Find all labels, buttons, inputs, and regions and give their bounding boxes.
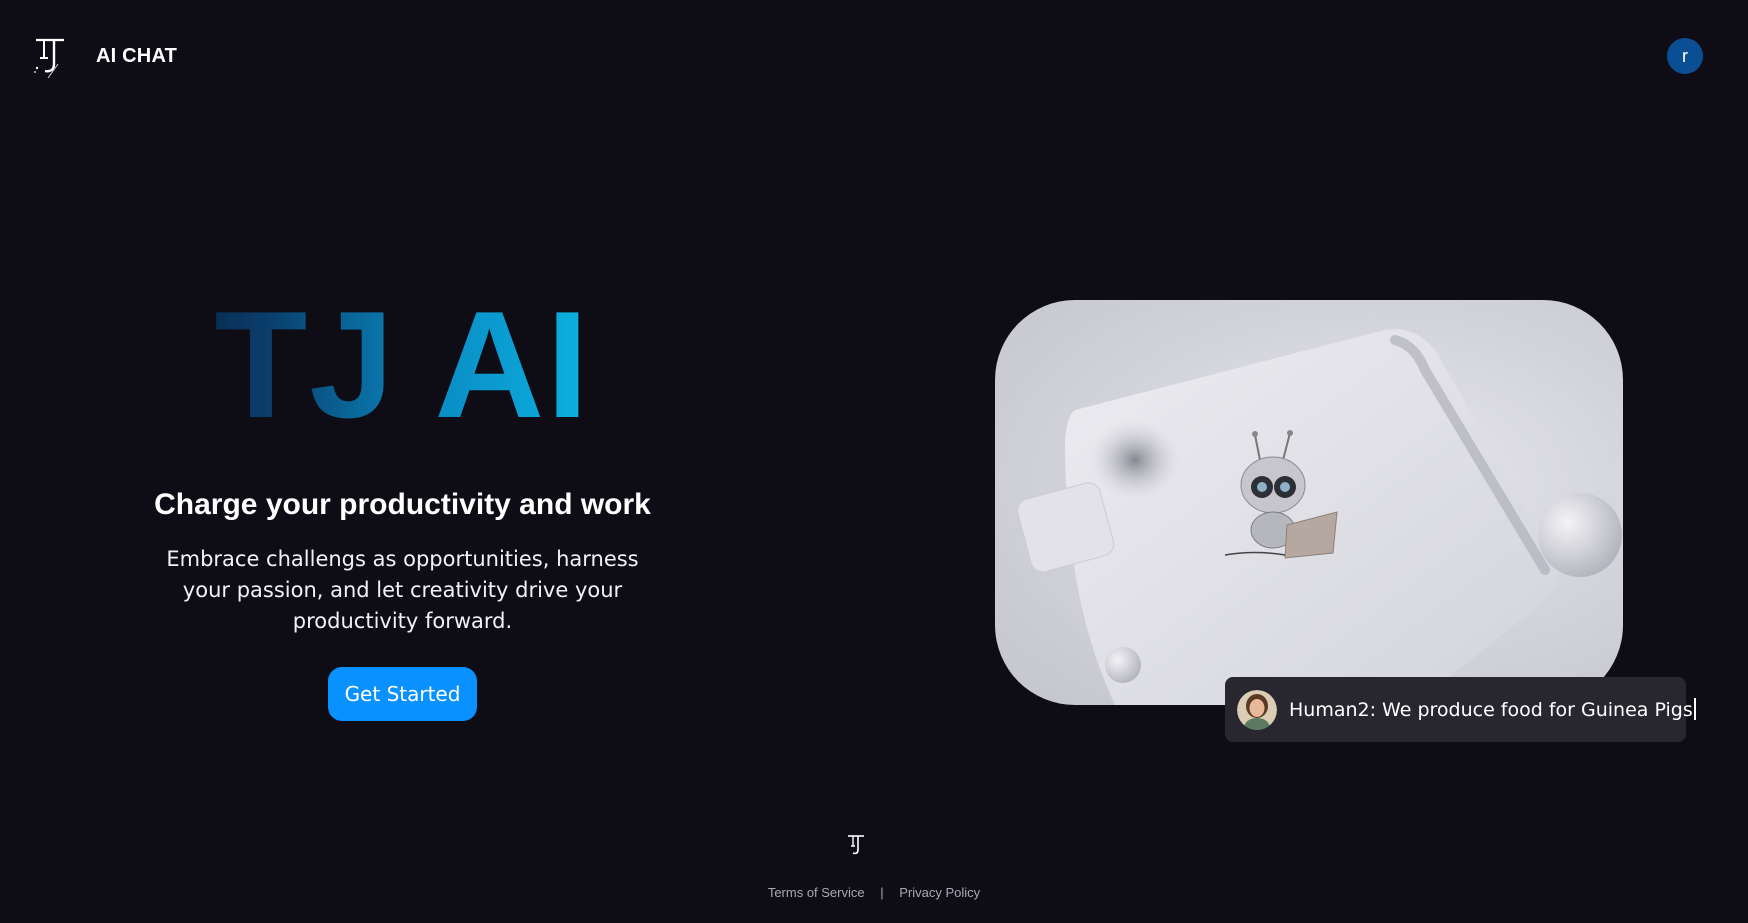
home-logo-link[interactable]: AI CHAT — [32, 34, 177, 78]
hero-title: TJ AI — [130, 289, 675, 441]
user-initial: r — [1682, 45, 1688, 66]
tj-logo-icon — [34, 38, 64, 78]
privacy-policy-link[interactable]: Privacy Policy — [899, 885, 980, 900]
person-avatar-icon — [1237, 689, 1277, 730]
user-avatar-button[interactable]: r — [1667, 38, 1703, 74]
terms-of-service-link[interactable]: Terms of Service — [768, 885, 865, 900]
hero-section: TJ AI Charge your productivity and work … — [130, 289, 675, 721]
hero-description: Embrace challengs as opportunities, harn… — [166, 547, 639, 633]
chat-user-avatar — [1237, 689, 1277, 730]
chat-preview-text: Human2: We produce food for Guinea Pigs — [1289, 698, 1696, 721]
footer-separator: | — [880, 885, 884, 900]
footer-links: Terms of Service | Privacy Policy — [0, 885, 1748, 900]
brand-name: AI CHAT — [96, 44, 178, 67]
footer-tj-logo-icon[interactable] — [846, 833, 866, 857]
hero-illustration — [995, 300, 1623, 705]
get-started-button[interactable]: Get Started — [327, 667, 478, 721]
typing-caret — [1693, 698, 1696, 720]
hero-subtitle: Charge your productivity and work — [154, 488, 651, 521]
robot-illustration-icon — [1017, 329, 1622, 705]
chat-message: Human2: We produce food for Guinea Pigs — [1289, 699, 1693, 721]
chat-preview-bubble: Human2: We produce food for Guinea Pigs — [1225, 677, 1696, 742]
